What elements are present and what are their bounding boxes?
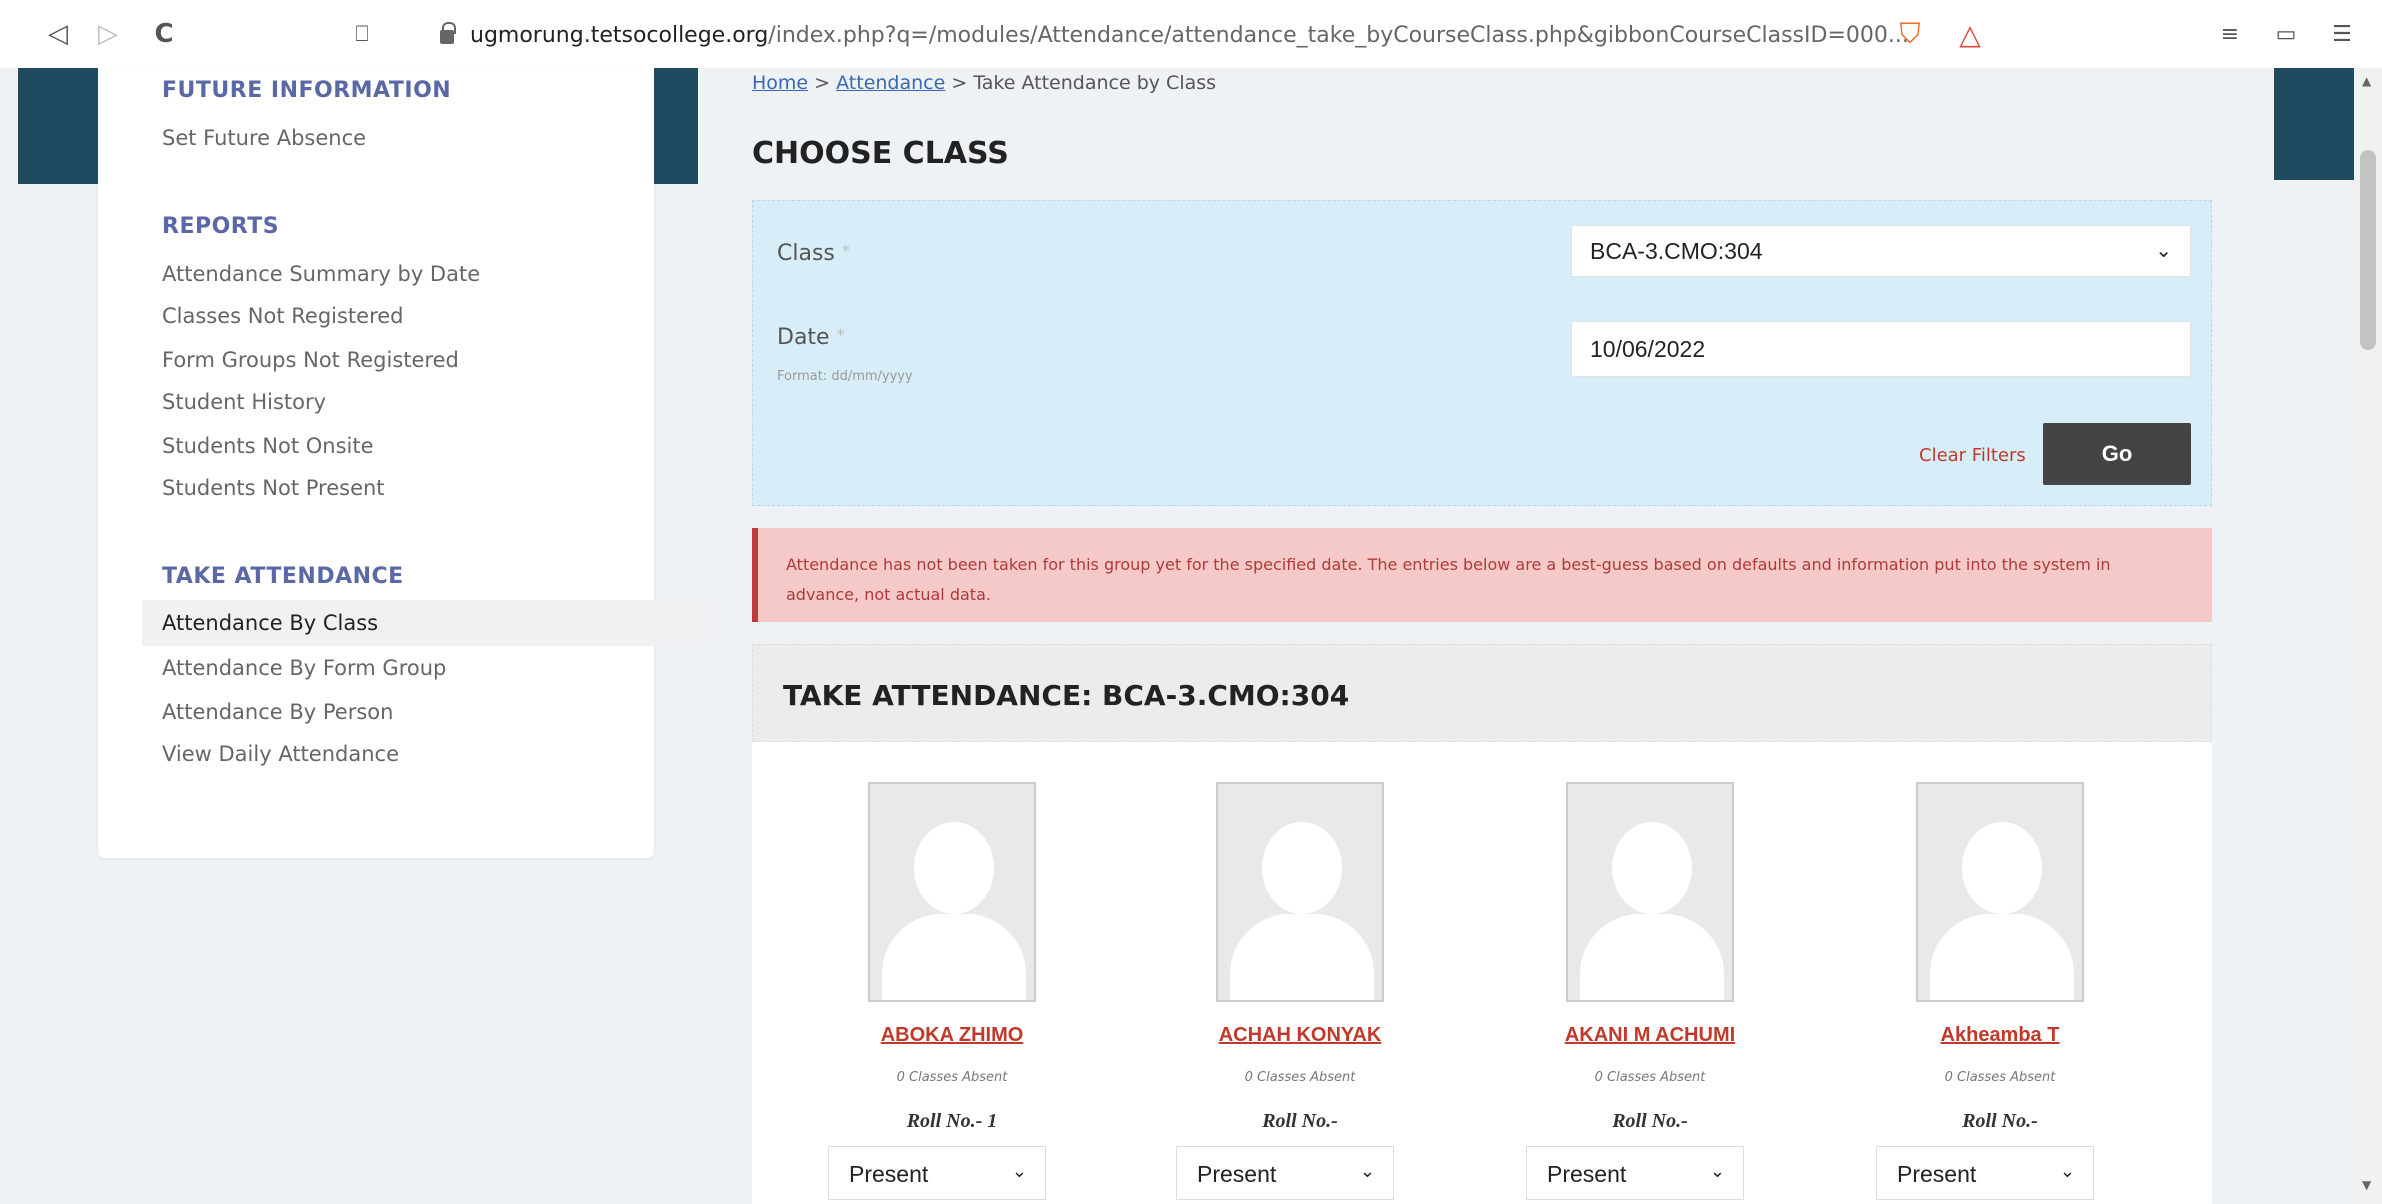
class-label: Class * <box>777 241 850 266</box>
breadcrumb-current: Take Attendance by Class <box>973 72 1217 94</box>
attendance-status-select[interactable]: Present ⌄ <box>1876 1146 2094 1200</box>
url-path: /index.php?q=/modules/Attendance/attenda… <box>768 22 1909 48</box>
student-photo-placeholder <box>1566 782 1734 1002</box>
date-format-hint: Format: dd/mm/yyyy <box>777 369 913 384</box>
forward-arrow-icon[interactable]: ▷ <box>90 16 126 52</box>
date-input[interactable]: 10/06/2022 <box>1571 321 2191 377</box>
menu-icon[interactable]: ☰ <box>2324 16 2360 52</box>
url-host: ugmorung.tetsocollege.org <box>470 22 769 48</box>
sidebar-item-form-groups-not-registered[interactable]: Form Groups Not Registered <box>162 348 459 372</box>
take-attendance-header: TAKE ATTENDANCE: BCA-3.CMO:304 <box>752 644 2212 742</box>
breadcrumb-separator: > <box>814 72 831 94</box>
sidebar-menu: FUTURE INFORMATION Set Future Absence RE… <box>98 68 712 858</box>
reading-list-icon[interactable]: ≡ <box>2212 16 2248 52</box>
breadcrumb: Home > Attendance > Take Attendance by C… <box>752 72 1216 94</box>
bookmark-icon[interactable]: ⎕ <box>344 16 380 52</box>
lock-icon <box>440 22 456 44</box>
student-roll-number: Roll No.- <box>1612 1110 1688 1132</box>
sidebar-item-students-not-present[interactable]: Students Not Present <box>162 476 385 500</box>
chevron-down-icon: ⌄ <box>1359 1161 1375 1181</box>
attendance-status-value: Present <box>849 1161 929 1187</box>
back-arrow-icon[interactable]: ◁ <box>40 16 76 52</box>
attendance-status-value: Present <box>1547 1161 1627 1187</box>
scrollbar-thumb[interactable] <box>2360 150 2376 350</box>
attendance-status-select[interactable]: Present ⌄ <box>828 1146 1046 1200</box>
sidebar-item-classes-not-registered[interactable]: Classes Not Registered <box>162 304 404 328</box>
take-attendance-title: TAKE ATTENDANCE: BCA-3.CMO:304 <box>783 679 1350 712</box>
clear-filters-link[interactable]: Clear Filters <box>1919 445 2026 466</box>
header-banner-middle <box>654 68 698 184</box>
sidebar-item-students-not-onsite[interactable]: Students Not Onsite <box>162 434 374 458</box>
page-title: CHOOSE CLASS <box>752 136 1009 171</box>
date-label: Date * <box>777 325 845 350</box>
student-absent-count: 0 Classes Absent <box>896 1070 1008 1085</box>
rewards-icon[interactable]: △ <box>1952 16 1988 52</box>
sidebar-item-attendance-summary-by-date[interactable]: Attendance Summary by Date <box>162 262 480 286</box>
sidebar-heading-future-information: FUTURE INFORMATION <box>162 78 452 103</box>
class-select[interactable]: BCA-3.CMO:304 ⌄ <box>1571 225 2191 277</box>
choose-class-form: Class * BCA-3.CMO:304 ⌄ Date * Format: d… <box>752 200 2212 506</box>
browser-toolbar: ◁ ▷ C ⎕ ugmorung.tetsocollege.org/index.… <box>0 0 2382 68</box>
scroll-down-icon[interactable]: ▼ <box>2362 1178 2371 1192</box>
reload-icon[interactable]: C <box>146 16 182 52</box>
page-scrollbar[interactable]: ▲ ▼ <box>2354 68 2382 1204</box>
breadcrumb-separator: > <box>951 72 968 94</box>
sidebar-heading-take-attendance: TAKE ATTENDANCE <box>162 564 404 589</box>
class-select-value: BCA-3.CMO:304 <box>1590 238 1763 264</box>
chevron-down-icon: ⌄ <box>1011 1161 1027 1181</box>
sidebar-item-attendance-by-form-group[interactable]: Attendance By Form Group <box>162 656 446 680</box>
sidebar-item-view-daily-attendance[interactable]: View Daily Attendance <box>162 742 399 766</box>
student-roll-number: Roll No.- <box>1962 1110 2038 1132</box>
chevron-down-icon: ⌄ <box>1709 1161 1725 1181</box>
attendance-status-value: Present <box>1197 1161 1277 1187</box>
student-name-link[interactable]: Akheamba T <box>1860 1024 2140 1047</box>
sidebar-item-student-history[interactable]: Student History <box>162 390 326 414</box>
wallet-icon[interactable]: ▭ <box>2268 16 2304 52</box>
student-name-link[interactable]: AKANI M ACHUMI <box>1510 1024 1790 1047</box>
student-absent-count: 0 Classes Absent <box>1594 1070 1706 1085</box>
student-absent-count: 0 Classes Absent <box>1944 1070 2056 1085</box>
breadcrumb-home-link[interactable]: Home <box>752 72 808 94</box>
student-roll-number: Roll No.- 1 <box>906 1110 998 1132</box>
student-name-link[interactable]: ACHAH KONYAK <box>1160 1024 1440 1047</box>
student-absent-count: 0 Classes Absent <box>1244 1070 1356 1085</box>
student-roll-number: Roll No.- <box>1262 1110 1338 1132</box>
attendance-status-value: Present <box>1897 1161 1977 1187</box>
student-photo-placeholder <box>868 782 1036 1002</box>
brave-shield-icon[interactable]: ⛉ <box>1892 16 1928 52</box>
take-attendance-panel: TAKE ATTENDANCE: BCA-3.CMO:304 ABOKA ZHI… <box>752 644 2212 1204</box>
sidebar-item-attendance-by-class[interactable]: Attendance By Class <box>142 600 712 646</box>
attendance-status-select[interactable]: Present ⌄ <box>1526 1146 1744 1200</box>
chevron-down-icon: ⌄ <box>2059 1161 2075 1181</box>
header-banner-right <box>2274 68 2354 180</box>
sidebar-heading-reports: REPORTS <box>162 214 280 239</box>
sidebar-item-attendance-by-person[interactable]: Attendance By Person <box>162 700 393 724</box>
scroll-up-icon[interactable]: ▲ <box>2362 74 2371 88</box>
breadcrumb-attendance-link[interactable]: Attendance <box>836 72 945 94</box>
chevron-down-icon: ⌄ <box>2155 240 2172 262</box>
student-photo-placeholder <box>1916 782 2084 1002</box>
attendance-warning-alert: Attendance has not been taken for this g… <box>752 528 2212 622</box>
header-banner-left <box>18 68 98 184</box>
sidebar-item-set-future-absence[interactable]: Set Future Absence <box>162 126 366 150</box>
student-name-link[interactable]: ABOKA ZHIMO <box>812 1024 1092 1047</box>
address-bar[interactable]: ugmorung.tetsocollege.org/index.php?q=/m… <box>440 18 1909 52</box>
go-button[interactable]: Go <box>2043 423 2191 485</box>
student-photo-placeholder <box>1216 782 1384 1002</box>
attendance-status-select[interactable]: Present ⌄ <box>1176 1146 1394 1200</box>
